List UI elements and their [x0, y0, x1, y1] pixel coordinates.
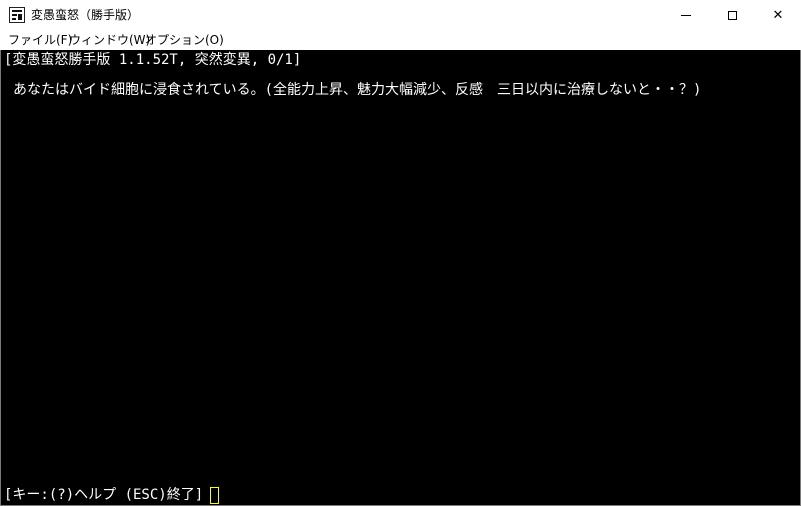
minimize-icon [681, 15, 691, 16]
game-console[interactable]: [変愚蛮怒勝手版 1.1.52T, 突然変異, 0/1] あなたはバイド細胞に浸… [1, 50, 800, 505]
text-cursor [210, 487, 219, 504]
close-icon: ✕ [772, 8, 784, 23]
key-prompt: [キー:(?)ヘルプ (ESC)終了] [4, 487, 204, 503]
menu-file[interactable]: ファイル(F) [8, 33, 72, 48]
mutation-message: あなたはバイド細胞に浸食されている。(全能力上昇、魅力大幅減少、反感 三日以内に… [13, 82, 702, 98]
maximize-button[interactable] [709, 0, 755, 31]
app-icon[interactable] [9, 7, 25, 23]
maximize-icon [727, 11, 737, 20]
window-title: 変愚蛮怒（勝手版） [31, 8, 140, 22]
window-border-left [0, 50, 1, 506]
game-window: 変愚蛮怒（勝手版） ✕ ファイル(F) ウィンドウ(W) オプション(O) [変… [0, 0, 801, 506]
menu-window[interactable]: ウィンドウ(W) [69, 33, 150, 48]
title-bar[interactable]: 変愚蛮怒（勝手版） ✕ [0, 0, 801, 31]
status-header: [変愚蛮怒勝手版 1.1.52T, 突然変異, 0/1] [4, 52, 302, 68]
close-button[interactable]: ✕ [755, 0, 801, 31]
minimize-button[interactable] [663, 0, 709, 31]
menu-bar: ファイル(F) ウィンドウ(W) オプション(O) [0, 31, 801, 50]
menu-option[interactable]: オプション(O) [145, 33, 224, 48]
